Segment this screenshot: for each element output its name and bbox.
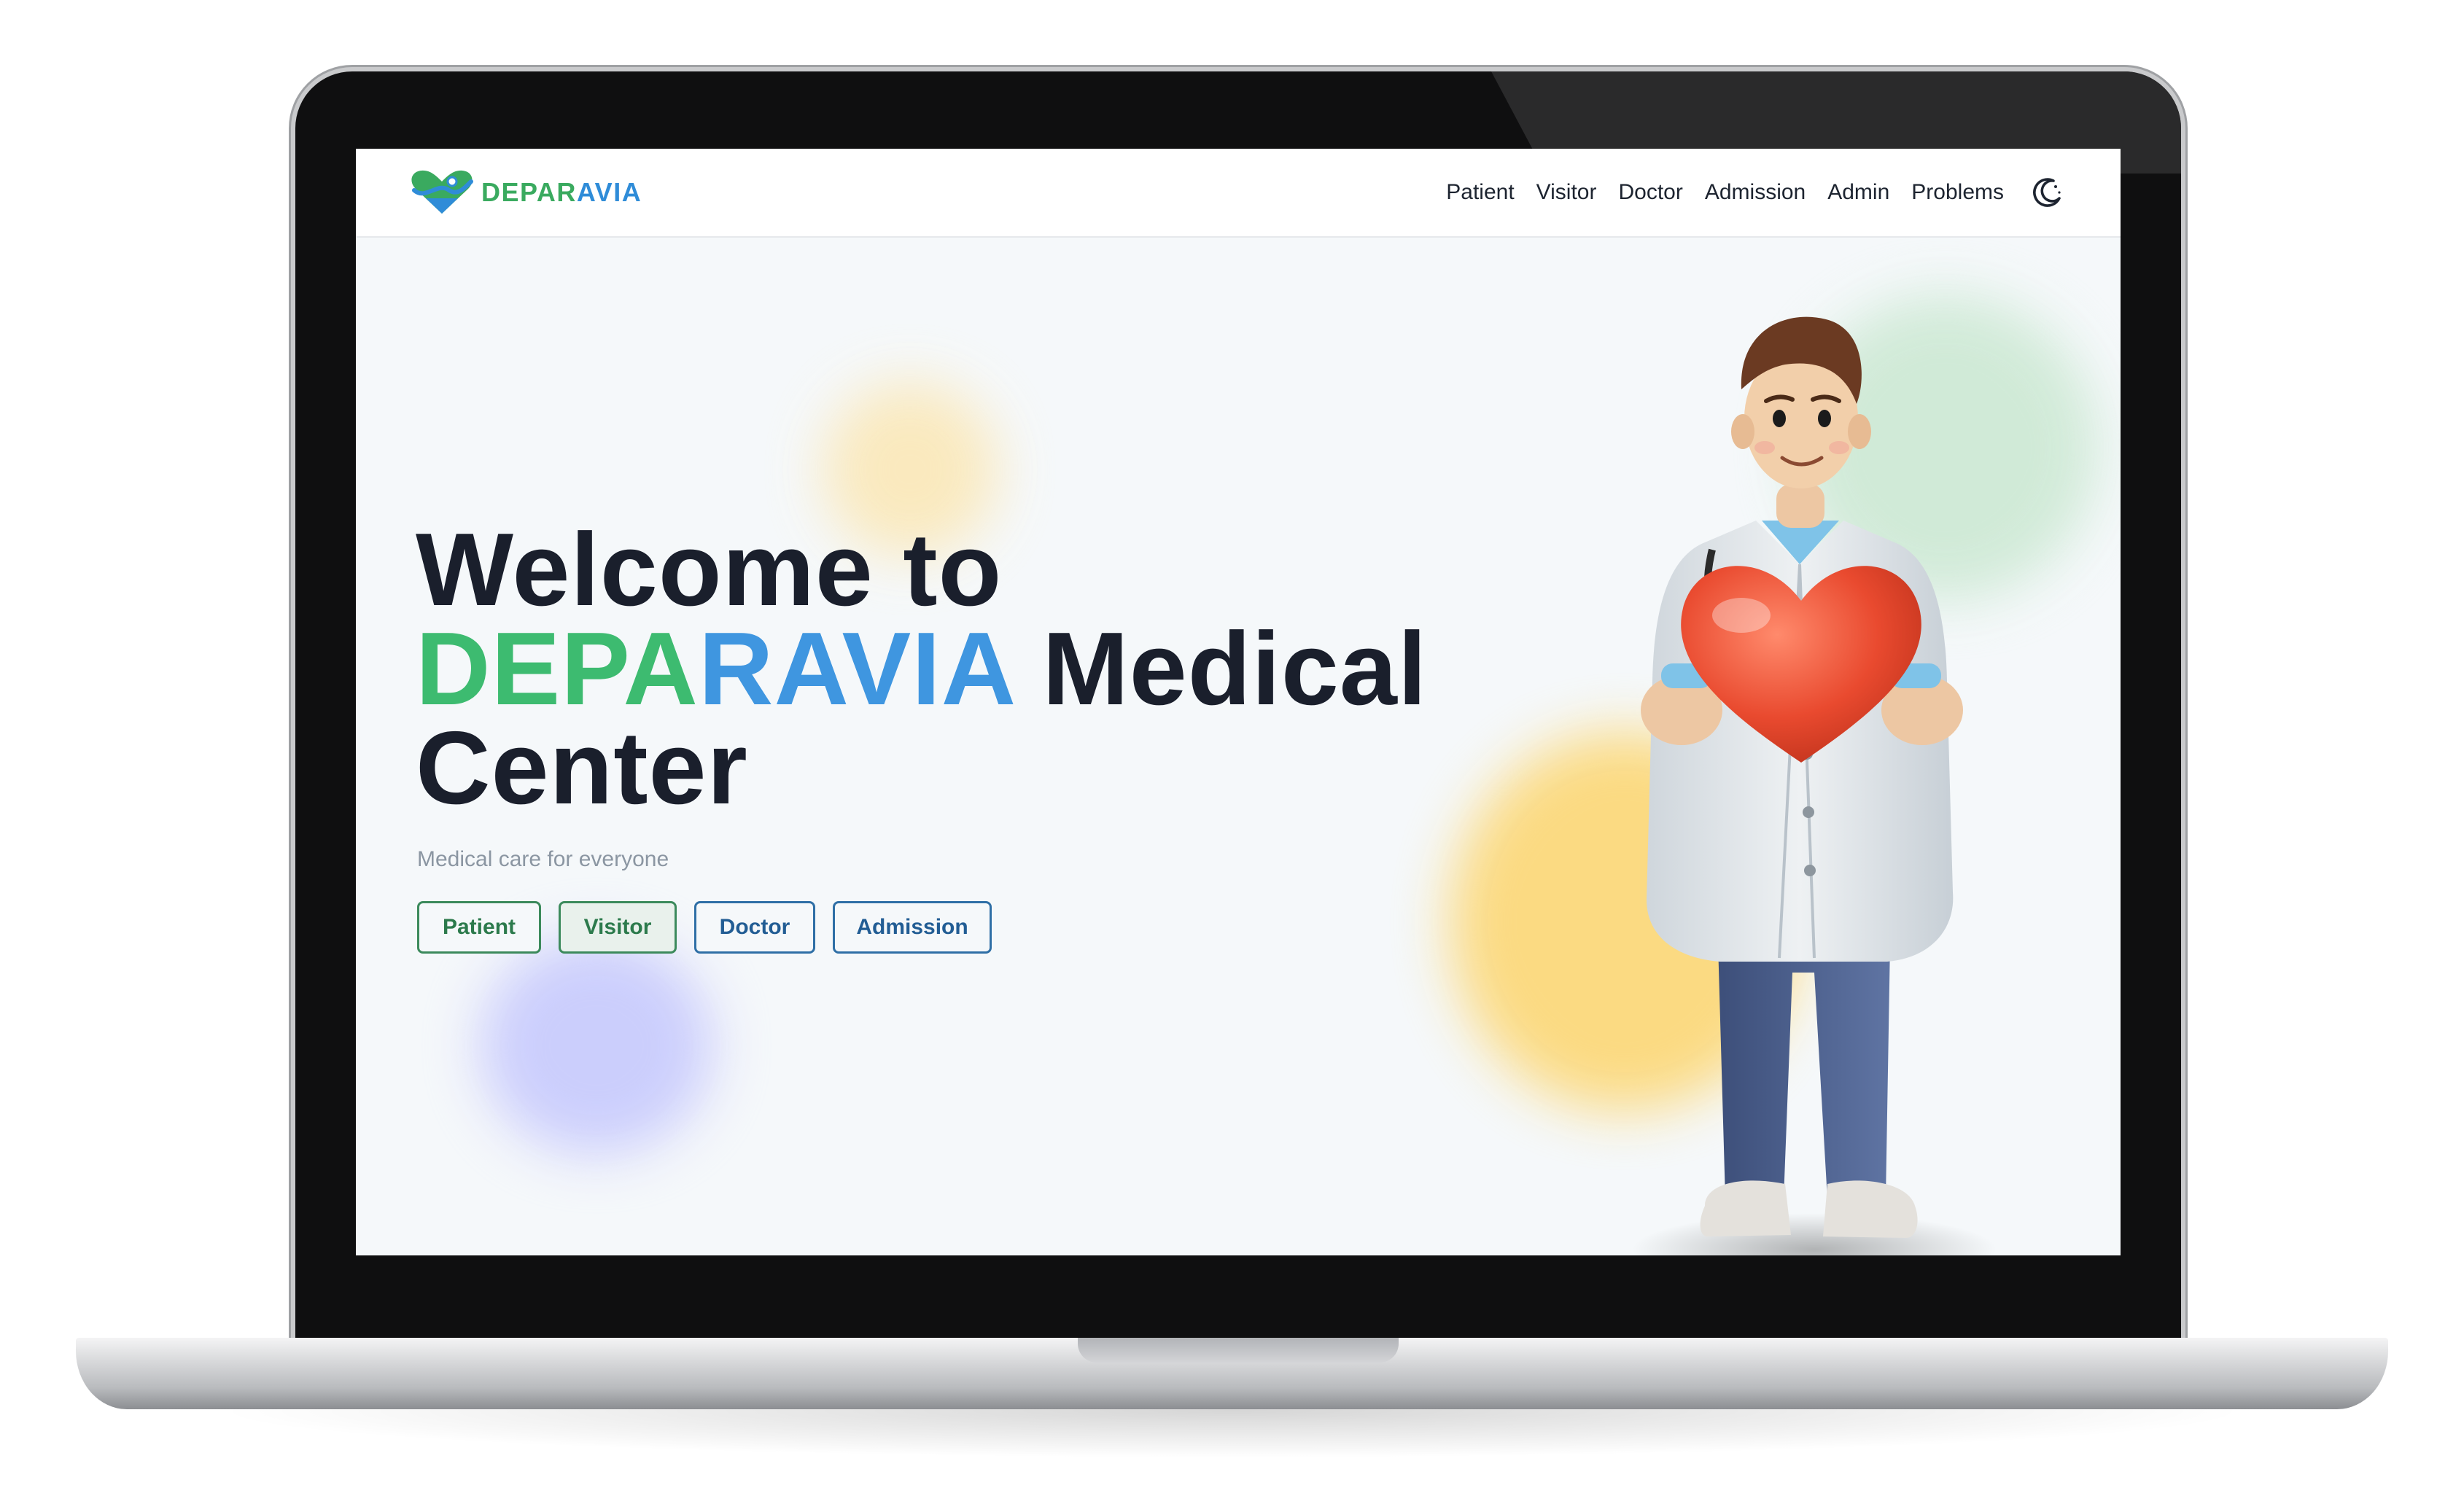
brand-link[interactable]: DEPARAVIA [408, 168, 642, 217]
hero-title-medical: Medical [1012, 611, 1428, 727]
hero-title: Welcome to DEPARAVIA Medical Center [416, 518, 1509, 820]
heart-logo-icon [411, 170, 473, 214]
nav-patient[interactable]: Patient [1446, 180, 1514, 205]
nav-admission[interactable]: Admission [1705, 180, 1806, 205]
browser-viewport: DEPARAVIA Patient Visitor Doctor Admissi… [356, 149, 2121, 1255]
doctor-illustration [1632, 316, 1997, 1255]
main-nav: Patient Visitor Doctor Admission Admin P… [1446, 149, 2004, 236]
moon-icon[interactable] [2032, 176, 2064, 209]
nav-doctor[interactable]: Doctor [1618, 180, 1682, 205]
doctor-button[interactable]: Doctor [694, 901, 815, 954]
visitor-button[interactable]: Visitor [559, 901, 677, 954]
patient-button[interactable]: Patient [417, 901, 541, 954]
navbar: DEPARAVIA Patient Visitor Doctor Admissi… [356, 149, 2121, 238]
decor-blob-purple [480, 936, 713, 1155]
hero-subtitle: Medical care for everyone [417, 847, 669, 871]
hero-button-row: Patient Visitor Doctor Admission [417, 901, 992, 954]
brand-name: DEPARAVIA [481, 177, 642, 207]
laptop-notch [1078, 1338, 1399, 1363]
nav-visitor[interactable]: Visitor [1536, 180, 1597, 205]
admission-button[interactable]: Admission [833, 901, 992, 954]
nav-admin[interactable]: Admin [1827, 180, 1889, 205]
hero-title-line3: Center [416, 710, 748, 826]
nav-problems[interactable]: Problems [1911, 180, 2004, 205]
